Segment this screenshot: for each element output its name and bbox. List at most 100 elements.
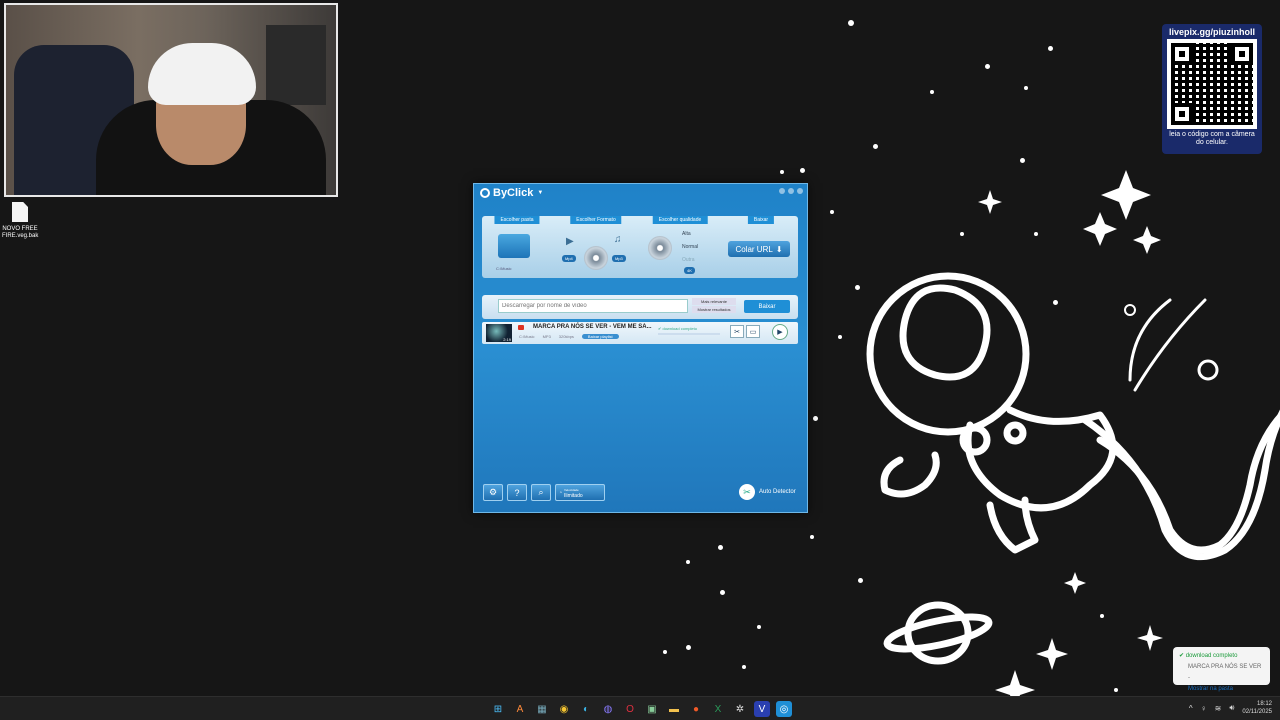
- notification-status: ✔ download completo: [1179, 653, 1238, 659]
- folder-icon: [498, 234, 530, 258]
- maximize-icon[interactable]: [788, 188, 794, 194]
- format-mp4[interactable]: Mp4: [562, 255, 576, 262]
- app-footer: ⚙ ? ⌕ ◔ Velocidade Ilimitado ✂ Auto Dete…: [480, 481, 802, 505]
- step-quality-label: Escolher qualidade: [652, 216, 708, 224]
- windows-start-icon[interactable]: ⊞: [490, 701, 506, 717]
- download-format: MP3: [542, 334, 551, 339]
- settings-icon[interactable]: ⚙: [483, 484, 503, 501]
- download-playlist-button[interactable]: Baixar playlist: [581, 334, 619, 339]
- quality-normal[interactable]: Normal: [682, 241, 698, 254]
- qr-caption: leia o código com a câmera do celular.: [1169, 131, 1255, 146]
- byclick-logo-icon: [480, 188, 490, 198]
- close-icon[interactable]: [797, 188, 803, 194]
- step-folder[interactable]: Escolher pasta C:\Music: [482, 216, 552, 278]
- format-dial-icon: [584, 246, 608, 270]
- calendar-icon[interactable]: ▦: [534, 701, 550, 717]
- download-actions: ✂ ▭: [730, 325, 760, 338]
- play-icon[interactable]: ▶: [772, 324, 788, 340]
- search-options: Mais relevante Mostrar resultados: [692, 298, 736, 314]
- check-icon: ✔: [658, 326, 662, 331]
- search-download-button[interactable]: Baixar: [744, 300, 790, 313]
- auto-detector-label: Auto Detector: [759, 489, 796, 495]
- download-bitrate: 320kbps: [558, 334, 574, 339]
- byclick-window: ByClick ▼ Escolher pasta C:\Music Escolh…: [473, 183, 808, 513]
- vegas-icon[interactable]: V: [754, 701, 770, 717]
- edge-icon[interactable]: ◐: [578, 701, 594, 717]
- auto-detector-icon: ✂: [739, 484, 755, 500]
- chrome-icon[interactable]: ◉: [556, 701, 572, 717]
- download-meta: C:\Music MP3 320kbps Baixar playlist: [519, 334, 619, 339]
- step-quality[interactable]: Escolher qualidade Alta Normal Outra 4K: [640, 216, 720, 278]
- clock-date: 02/11/2025: [1242, 709, 1272, 715]
- quality-dial-icon: [648, 236, 672, 260]
- format-mp3[interactable]: Mp3: [612, 255, 626, 262]
- download-arrow-icon: ⬇: [775, 244, 783, 254]
- download-status-text: download completo: [662, 326, 697, 331]
- discord-icon[interactable]: ◍: [600, 701, 616, 717]
- folder-path: C:\Music: [496, 266, 512, 271]
- search-icon[interactable]: ⌕: [531, 484, 551, 501]
- title-bar[interactable]: ByClick ▼: [474, 184, 807, 202]
- video-duration: 2:19: [503, 337, 511, 342]
- step-download-label: Baixar: [747, 216, 775, 224]
- system-tray: ^ ♀ ≋ 🔊︎ 18:12 02/11/2025: [1189, 700, 1272, 716]
- download-progress-bar: [658, 333, 720, 335]
- search-input[interactable]: [498, 299, 688, 313]
- speed-value: Ilimitado: [564, 492, 583, 499]
- step-format[interactable]: Escolher Formato ▶ ♫ Mp4 Mp3: [556, 216, 636, 278]
- paste-url-label: Colar URL: [735, 244, 773, 254]
- chevron-up-icon[interactable]: ^: [1189, 704, 1193, 713]
- video-icon: ▶: [566, 236, 574, 247]
- download-notification[interactable]: ✔ download completo MARCA PRA NÓS SE VER…: [1173, 647, 1270, 692]
- notification-title: MARCA PRA NÓS SE VER -: [1188, 664, 1262, 681]
- open-folder-icon[interactable]: ▭: [746, 325, 760, 338]
- opera-icon[interactable]: O: [622, 701, 638, 717]
- speed-button[interactable]: ◔ Velocidade Ilimitado: [555, 484, 605, 501]
- byclick-taskbar-icon[interactable]: ◎: [776, 701, 792, 717]
- download-item[interactable]: 2:19 MARCA PRA NÓS SE VER - VEM ME SA...…: [482, 322, 798, 344]
- desktop-file-icon[interactable]: NOVO FREE FIRE.veg.bak: [2, 202, 38, 240]
- media-icon[interactable]: ●: [688, 701, 704, 717]
- app-menu-caret-icon[interactable]: ▼: [537, 190, 543, 196]
- help-icon[interactable]: ?: [507, 484, 527, 501]
- option-most-relevant[interactable]: Mais relevante: [692, 298, 736, 305]
- quality-options: Alta Normal Outra: [682, 228, 698, 267]
- option-show-results[interactable]: Mostrar resultados: [692, 306, 736, 313]
- clock-time: 18:12: [1256, 701, 1272, 707]
- show-in-folder-link[interactable]: Mostrar na pasta: [1179, 684, 1264, 695]
- qr-title: livepix.gg/piuzinholl: [1168, 27, 1255, 37]
- excel-icon[interactable]: X: [710, 701, 726, 717]
- speaker-icon[interactable]: 🔊︎: [1229, 703, 1234, 713]
- music-icon: ♫: [614, 234, 622, 245]
- microphone-icon[interactable]: ♀: [1201, 704, 1207, 713]
- clock[interactable]: 18:12 02/11/2025: [1242, 700, 1272, 716]
- scissors-icon[interactable]: ✂: [730, 325, 744, 338]
- search-bar: Mais relevante Mostrar resultados Baixar: [482, 295, 798, 319]
- webcam-overlay: [4, 3, 338, 197]
- video-thumbnail: 2:19: [486, 324, 512, 342]
- quality-high[interactable]: Alta: [682, 228, 698, 241]
- taskbar: ⊞ A ▦ ◉ ◐ ◍ O ▣ ▬ ● X ✲ V ◎ ^ ♀ ≋ 🔊︎ 18:…: [0, 696, 1280, 720]
- step-folder-label: Escolher pasta: [494, 216, 540, 224]
- auto-detector-toggle[interactable]: ✂ Auto Detector: [739, 484, 796, 500]
- steps-panel: Escolher pasta C:\Music Escolher Formato…: [482, 216, 798, 278]
- qr-code: [1167, 39, 1257, 129]
- youtube-icon: [518, 325, 524, 330]
- qr-overlay: livepix.gg/piuzinholl leia o código com …: [1162, 24, 1262, 154]
- wifi-icon[interactable]: ≋: [1215, 704, 1222, 713]
- taskbar-apps: ⊞ A ▦ ◉ ◐ ◍ O ▣ ▬ ● X ✲ V ◎: [490, 701, 792, 717]
- download-path: C:\Music: [519, 334, 535, 339]
- file-explorer-icon[interactable]: ▬: [666, 701, 682, 717]
- quality-other[interactable]: Outra: [682, 254, 698, 267]
- network-icon[interactable]: ✲: [732, 701, 748, 717]
- step-format-label: Escolher Formato: [570, 216, 622, 224]
- terminal-icon[interactable]: ▣: [644, 701, 660, 717]
- quality-badge: 4K: [684, 267, 695, 274]
- paste-url-button[interactable]: Colar URL ⬇: [728, 241, 790, 257]
- minimize-icon[interactable]: [779, 188, 785, 194]
- file-label: NOVO FREE FIRE.veg.bak: [2, 226, 39, 239]
- speedometer-icon: ◔: [559, 489, 563, 496]
- download-title: MARCA PRA NÓS SE VER - VEM ME SA...: [533, 324, 652, 330]
- app-a-icon[interactable]: A: [512, 701, 528, 717]
- app-title: ByClick: [493, 187, 534, 199]
